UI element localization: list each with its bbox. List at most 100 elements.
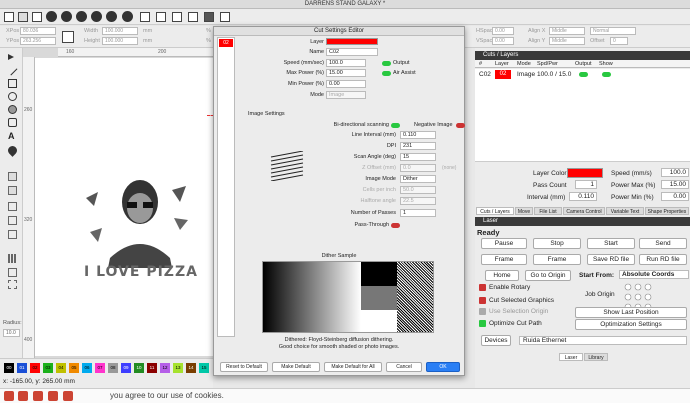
power-max-field[interactable]: 15.00 — [661, 180, 689, 189]
interval-mm-field[interactable]: 0.110 — [569, 192, 597, 201]
make-default-all-button[interactable]: Make Default for All — [324, 362, 382, 372]
tab-file-list[interactable]: File List — [534, 207, 562, 215]
speed-mms-field[interactable]: 100.0 — [661, 168, 689, 177]
optimization-settings-button[interactable]: Optimization Settings — [575, 319, 687, 330]
zoom-page-icon[interactable] — [188, 12, 198, 22]
import-icon[interactable] — [91, 11, 102, 22]
swatch-10[interactable]: 10 — [134, 363, 144, 373]
tab-laser[interactable]: Laser — [559, 353, 583, 361]
start-button[interactable]: Start — [587, 238, 635, 249]
halftone-field[interactable]: 22.5 — [400, 197, 436, 205]
radius-field[interactable]: 10.0 — [3, 329, 20, 337]
power-min-field[interactable]: 0.00 — [661, 192, 689, 201]
swatch-03[interactable]: 03 — [43, 363, 53, 373]
swatch-15[interactable]: 15 — [199, 363, 209, 373]
home-button[interactable]: Home — [485, 270, 519, 281]
rectangle-icon[interactable] — [8, 79, 17, 88]
swatch-13[interactable]: 13 — [173, 363, 183, 373]
layer-row[interactable]: C02 02 Image 100.0 / 15.0 — [475, 69, 690, 80]
mirror-icon[interactable] — [8, 230, 17, 239]
bidir-toggle[interactable] — [391, 123, 400, 128]
lock-icon[interactable] — [62, 31, 74, 43]
scan-angle-field[interactable]: 15 — [400, 153, 436, 161]
height-field[interactable]: 100.000 — [102, 37, 138, 45]
speed-field[interactable]: 100.0 — [326, 59, 366, 67]
cells-field[interactable]: 50.0 — [400, 186, 436, 194]
save-icon[interactable] — [32, 12, 42, 22]
swatch-14[interactable]: 14 — [186, 363, 196, 373]
minpower-field[interactable]: 0.00 — [326, 80, 366, 88]
layer-color-swatch[interactable] — [326, 38, 378, 45]
air-assist-toggle[interactable] — [382, 71, 391, 76]
vspace-field[interactable]: 0.00 — [492, 37, 514, 45]
rotary-checkbox[interactable] — [479, 284, 486, 291]
alignx-select[interactable]: Middle — [549, 27, 585, 35]
name-field[interactable]: C02 — [326, 48, 378, 56]
tab-shape-properties[interactable]: Shape Properties — [645, 207, 689, 215]
swatch-00[interactable]: 00 — [4, 363, 14, 373]
dpi-field[interactable]: 231 — [400, 142, 436, 150]
aligny-select[interactable]: Middle — [549, 37, 585, 45]
swatch-12[interactable]: 12 — [160, 363, 170, 373]
distribute-icon[interactable] — [8, 216, 17, 225]
offset-field[interactable]: 0 — [610, 37, 628, 45]
layer-color-swatch-panel[interactable] — [567, 168, 603, 178]
circle-icon[interactable] — [8, 105, 17, 114]
show-last-position-button[interactable]: Show Last Position — [575, 307, 687, 318]
polygon-icon[interactable] — [8, 118, 17, 127]
export-icon[interactable] — [106, 11, 117, 22]
redo-icon[interactable] — [76, 11, 87, 22]
work-area[interactable]: I LOVE PIZZA — [35, 58, 217, 356]
tab-camera-control[interactable]: Camera Control — [563, 207, 605, 215]
layer-output-toggle[interactable] — [579, 72, 588, 77]
line-icon[interactable] — [7, 65, 18, 76]
cut-icon[interactable] — [46, 11, 57, 22]
design-canvas[interactable]: 160 200 260 320 400 I LOVE PIZZA — [23, 48, 217, 358]
zoffset-field[interactable]: 0.0 — [400, 164, 436, 172]
pass-count-field[interactable]: 1 — [575, 180, 597, 189]
frame-icon[interactable] — [220, 12, 230, 22]
undo-icon[interactable] — [61, 11, 72, 22]
use-selection-checkbox[interactable] — [479, 308, 486, 315]
output-toggle[interactable] — [382, 61, 391, 66]
select-icon[interactable] — [8, 54, 14, 60]
swatch-05[interactable]: 05 — [69, 363, 79, 373]
align-icon[interactable] — [8, 202, 17, 211]
width-field[interactable]: 100.000 — [102, 27, 138, 35]
mode-select[interactable]: Image — [326, 91, 366, 99]
swatch-04[interactable]: 04 — [56, 363, 66, 373]
swatch-11[interactable]: 11 — [147, 363, 157, 373]
swatch-09[interactable]: 09 — [121, 363, 131, 373]
frame-button-2[interactable]: Frame — [533, 254, 581, 265]
cut-selected-checkbox[interactable] — [479, 297, 486, 304]
text-icon[interactable]: A — [8, 132, 17, 141]
ok-button[interactable]: OK — [426, 362, 460, 372]
group-icon[interactable] — [8, 172, 17, 181]
cancel-button[interactable]: Cancel — [386, 362, 422, 372]
device-select[interactable]: Ruida Ethernet — [519, 336, 687, 345]
interval-field[interactable]: 0.110 — [400, 131, 436, 139]
make-default-button[interactable]: Make Default — [272, 362, 320, 372]
camera-icon[interactable] — [204, 12, 214, 22]
offset-icon[interactable] — [8, 268, 17, 277]
style-select[interactable]: Normal — [590, 27, 636, 35]
passthrough-toggle[interactable] — [391, 223, 400, 228]
position-icon[interactable] — [6, 144, 19, 157]
optimize-checkbox[interactable] — [479, 320, 486, 327]
tab-library[interactable]: Library — [584, 353, 608, 361]
move-icon[interactable] — [140, 12, 150, 22]
ypos-field[interactable]: 263.256 — [20, 37, 56, 45]
weld-icon[interactable] — [8, 280, 17, 289]
layer-list[interactable]: 02 — [217, 37, 235, 337]
layer-show-toggle[interactable] — [602, 72, 611, 77]
send-button[interactable]: Send — [639, 238, 687, 249]
tab-cuts-layers[interactable]: Cuts / Layers — [476, 207, 514, 215]
maxpower-field[interactable]: 15.00 — [326, 69, 366, 77]
devices-button[interactable]: Devices — [481, 335, 511, 346]
layer-list-item[interactable]: 02 — [219, 39, 233, 47]
swatch-02[interactable]: 02 — [30, 363, 40, 373]
swatch-06[interactable]: 06 — [82, 363, 92, 373]
grid-array-icon[interactable] — [8, 254, 17, 263]
artwork-image[interactable]: I LOVE PIZZA — [80, 168, 202, 293]
tab-variable-text[interactable]: Variable Text — [606, 207, 644, 215]
